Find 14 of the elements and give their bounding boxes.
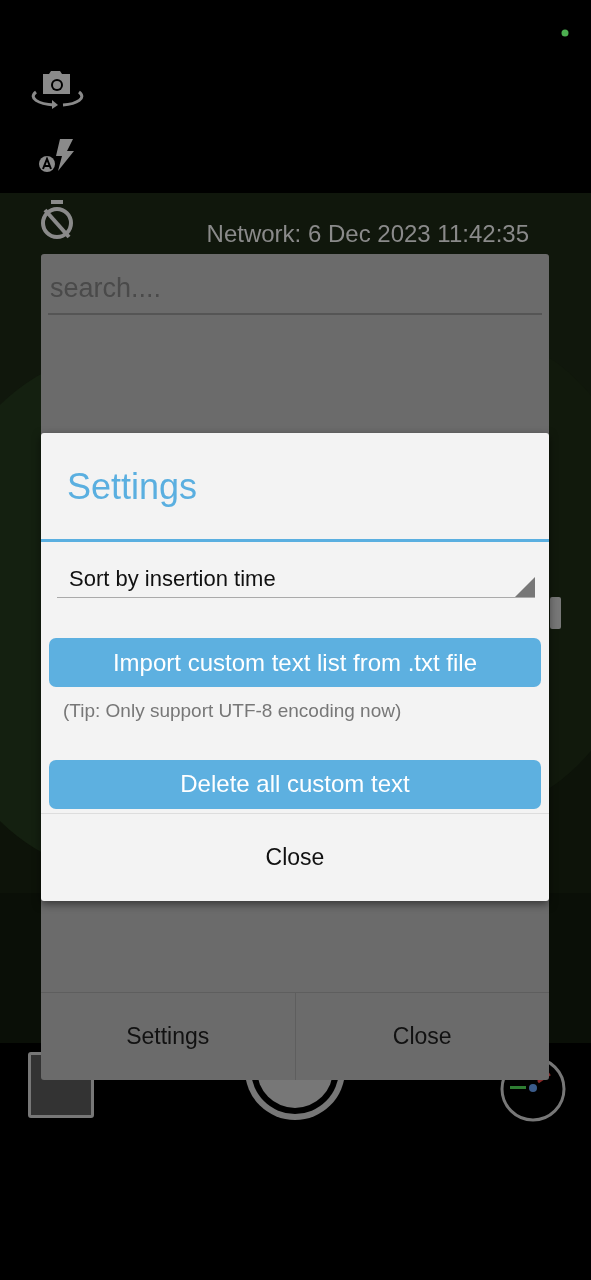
close-button[interactable]: Close [41,813,549,901]
delete-button[interactable]: Delete all custom text [49,759,541,809]
dialog-title: Settings [66,465,199,509]
network-time-text: Network: 6 Dec 2023 11:42:35 [206,220,529,248]
timer-off-icon[interactable] [39,199,75,241]
import-button[interactable]: Import custom text list from .txt file [49,638,541,687]
sort-dropdown[interactable]: Sort by insertion time [57,562,535,598]
tip-text: (Tip: Only support UTF-8 encoding now) [63,699,403,723]
panel-button[interactable]: Close [294,993,549,1080]
panel-button[interactable]: Settings [41,993,295,1080]
status-dot-icon [561,29,569,37]
flash-auto-icon[interactable] [38,138,76,174]
zoom-handle[interactable] [550,597,561,629]
dropdown-arrow-icon [515,577,535,597]
